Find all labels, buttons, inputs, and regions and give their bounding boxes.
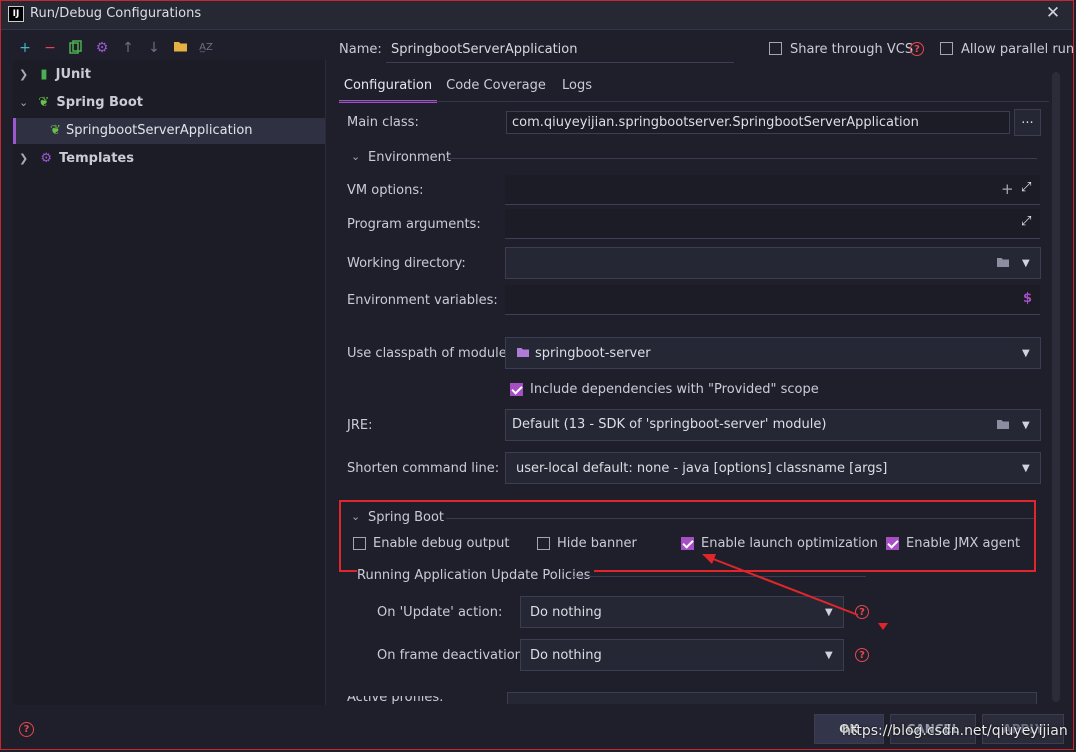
share-vcs-checkbox[interactable] xyxy=(769,42,782,55)
folder-icon[interactable] xyxy=(172,40,188,56)
chevron-right-icon: ❯ xyxy=(19,68,29,81)
chevron-right-icon: ❯ xyxy=(19,152,29,165)
browse-label: ... xyxy=(1021,112,1034,127)
allow-parallel-checkbox[interactable] xyxy=(940,42,953,55)
help-icon[interactable]: ? xyxy=(910,42,924,56)
environment-separator xyxy=(447,158,1037,159)
include-deps-checkbox[interactable] xyxy=(510,383,523,396)
main-class-value: com.qiuyeyijian.springbootserver.Springb… xyxy=(512,115,919,130)
main-class-label: Main class: xyxy=(347,115,419,130)
expand-icon[interactable]: ⤢ xyxy=(1021,180,1031,195)
dropdown-arrow-icon[interactable]: ▼ xyxy=(1022,348,1030,359)
active-profiles-label-clip: Active profiles: xyxy=(347,696,507,704)
tree-item-spring-boot[interactable]: ⌄ ❦ Spring Boot xyxy=(19,90,143,116)
tab-label: Code Coverage xyxy=(446,78,546,93)
junit-icon: ▮ xyxy=(40,67,48,82)
sort-icon[interactable]: A̲Z xyxy=(198,40,214,56)
tab-configuration[interactable]: Configuration xyxy=(339,72,437,103)
window-title: Run/Debug Configurations xyxy=(30,6,202,21)
module-icon xyxy=(516,346,530,362)
tree-label-templates: Templates xyxy=(59,151,134,166)
update-action-label: On 'Update' action: xyxy=(377,605,503,620)
working-dir-label: Working directory: xyxy=(347,256,466,271)
tab-divider xyxy=(339,101,1049,102)
spring-app-icon: ❦ xyxy=(50,123,61,138)
tree-label-app: SpringbootServerApplication xyxy=(66,123,253,138)
chevron-down-icon[interactable]: ⌄ xyxy=(351,150,360,163)
program-args-label: Program arguments: xyxy=(347,217,481,232)
vm-options-label: VM options: xyxy=(347,183,424,198)
jre-label: JRE: xyxy=(347,418,373,433)
shorten-value: user-local default: none - java [options… xyxy=(516,461,888,476)
intellij-app-icon: IJ xyxy=(8,6,24,22)
allow-parallel-label: Allow parallel run xyxy=(961,42,1075,57)
tree-item-templates[interactable]: ❯ ⚙ Templates xyxy=(19,146,134,172)
tab-logs[interactable]: Logs xyxy=(555,72,599,100)
tab-label: Configuration xyxy=(343,78,433,93)
working-dir-input[interactable] xyxy=(505,247,1041,279)
vertical-scrollbar[interactable] xyxy=(1052,72,1060,702)
debug-output-label: Enable debug output xyxy=(373,536,510,551)
help-icon[interactable]: ? xyxy=(19,722,34,737)
env-vars-label: Environment variables: xyxy=(347,293,498,308)
classpath-value: springboot-server xyxy=(535,346,651,361)
include-deps-label: Include dependencies with "Provided" sco… xyxy=(530,382,819,397)
env-vars-input[interactable] xyxy=(505,285,1040,315)
move-down-icon[interactable]: ↓ xyxy=(146,40,162,56)
help-icon[interactable]: ? xyxy=(855,648,869,662)
frame-deactivation-label: On frame deactivation: xyxy=(377,648,528,663)
dropdown-arrow-icon[interactable]: ▼ xyxy=(1022,420,1030,431)
folder-icon[interactable] xyxy=(996,256,1010,272)
update-action-value: Do nothing xyxy=(530,605,602,620)
tab-code-coverage[interactable]: Code Coverage xyxy=(440,72,552,100)
watermark: https://blog.csdn.net/qiuyeyijian xyxy=(842,723,1068,739)
environment-label: Environment xyxy=(368,150,452,165)
tree-item-junit[interactable]: ❯ ▮ JUnit xyxy=(19,62,91,88)
folder-icon[interactable] xyxy=(996,418,1010,434)
tree-label-spring-boot: Spring Boot xyxy=(56,95,144,110)
update-policies-title: Running Application Update Policies xyxy=(357,568,595,583)
copy-icon[interactable] xyxy=(68,40,84,56)
spring-boot-separator xyxy=(446,518,1034,519)
add-icon[interactable]: + xyxy=(1001,180,1014,198)
frame-deactivation-value: Do nothing xyxy=(530,648,602,663)
tab-label: Logs xyxy=(562,78,592,93)
spring-boot-icon: ❦ xyxy=(38,95,50,110)
share-vcs-label: Share through VCS xyxy=(790,42,914,57)
chevron-down-icon[interactable]: ⌄ xyxy=(351,510,360,523)
annotation-arrow xyxy=(702,554,888,630)
hide-banner-checkbox[interactable] xyxy=(537,537,550,550)
dropdown-arrow-icon[interactable]: ▼ xyxy=(1022,258,1030,269)
close-icon[interactable]: ✕ xyxy=(1043,3,1063,23)
vm-options-input[interactable] xyxy=(505,175,1040,205)
active-profiles-label: Active profiles: xyxy=(347,696,444,704)
tree-label-junit: JUnit xyxy=(55,67,91,82)
dropdown-arrow-icon[interactable]: ▼ xyxy=(1022,463,1030,474)
program-args-input[interactable] xyxy=(505,209,1040,239)
move-up-icon[interactable]: ↑ xyxy=(120,40,136,56)
remove-icon[interactable]: − xyxy=(42,40,58,56)
jmx-agent-label: Enable JMX agent xyxy=(906,536,1021,551)
debug-output-checkbox[interactable] xyxy=(353,537,366,550)
wrench-icon: ⚙ xyxy=(40,151,53,166)
tree-item-springboot-server-application[interactable]: ❦ SpringbootServerApplication xyxy=(50,118,253,144)
dropdown-arrow-icon[interactable]: ▼ xyxy=(825,650,833,661)
dollar-icon[interactable]: $ xyxy=(1023,291,1032,306)
active-profiles-input[interactable] xyxy=(507,692,1037,704)
settings-icon[interactable]: ⚙ xyxy=(94,40,110,56)
chevron-down-icon: ⌄ xyxy=(19,96,29,109)
add-icon[interactable]: + xyxy=(17,40,33,56)
spring-boot-section-title: Spring Boot xyxy=(368,510,445,525)
shorten-label: Shorten command line: xyxy=(347,461,500,476)
jre-value: Default (13 - SDK of 'springboot-server'… xyxy=(512,417,827,432)
name-value: SpringbootServerApplication xyxy=(391,42,578,57)
hide-banner-label: Hide banner xyxy=(557,536,637,551)
name-label: Name: xyxy=(339,42,382,57)
classpath-label: Use classpath of module: xyxy=(347,346,512,361)
browse-main-class-button[interactable]: ... xyxy=(1014,109,1041,136)
expand-icon[interactable]: ⤢ xyxy=(1021,214,1031,229)
